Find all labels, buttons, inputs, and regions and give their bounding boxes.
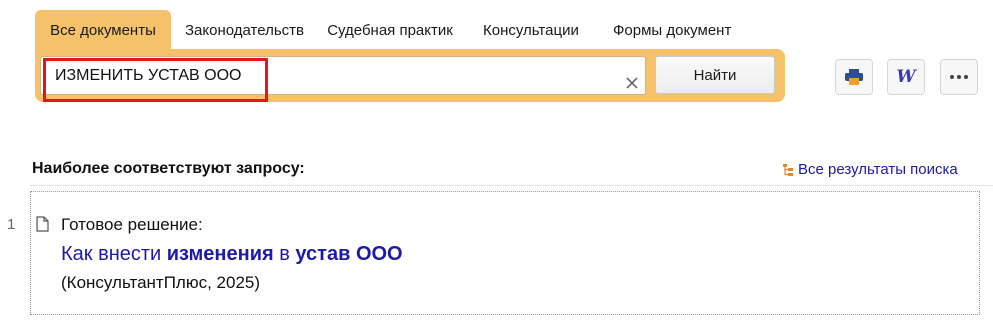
result-kind-label: Готовое решение:	[61, 215, 203, 234]
tab-legislation[interactable]: Законодательств	[171, 10, 311, 50]
result-source: (КонсультантПлюс, 2025)	[61, 273, 261, 292]
word-icon: W	[896, 67, 916, 87]
result-title-part: изменения	[166, 243, 274, 265]
document-type-tabs: Все документы Законодательств Судебная п…	[35, 10, 759, 50]
tab-court-practice[interactable]: Судебная практик	[311, 10, 469, 50]
result-title-part: устав ООО	[295, 243, 403, 265]
result-title-part: в	[273, 243, 296, 265]
print-button[interactable]	[835, 59, 873, 95]
results-tree-icon	[783, 163, 793, 176]
result-number: 1	[7, 216, 16, 233]
section-divider	[30, 185, 993, 186]
document-icon	[36, 216, 49, 232]
all-results-label: Все результаты поиска	[798, 161, 958, 178]
result-title-part: Как внести	[61, 243, 167, 265]
more-options-button[interactable]	[940, 59, 978, 95]
search-query-text: ИЗМЕНИТЬ УСТАВ ООО	[55, 67, 242, 84]
result-title-link[interactable]: Как внести изменения в устав ООО	[61, 243, 403, 266]
tab-consultations[interactable]: Консультации	[469, 10, 599, 50]
search-input[interactable]: ИЗМЕНИТЬ УСТАВ ООО	[40, 56, 646, 102]
clear-icon[interactable]	[625, 76, 639, 90]
all-results-link[interactable]: Все результаты поиска	[782, 161, 958, 178]
export-word-button[interactable]: W	[887, 59, 925, 95]
results-section-title: Наиболее соответствуют запросу:	[32, 160, 305, 177]
search-bar: ИЗМЕНИТЬ УСТАВ ООО Найти	[35, 49, 785, 102]
tab-document-forms[interactable]: Формы документ	[599, 10, 759, 50]
tab-all-documents[interactable]: Все документы	[35, 10, 171, 50]
print-icon	[845, 69, 863, 85]
find-button[interactable]: Найти	[655, 56, 775, 94]
more-icon	[950, 75, 968, 79]
